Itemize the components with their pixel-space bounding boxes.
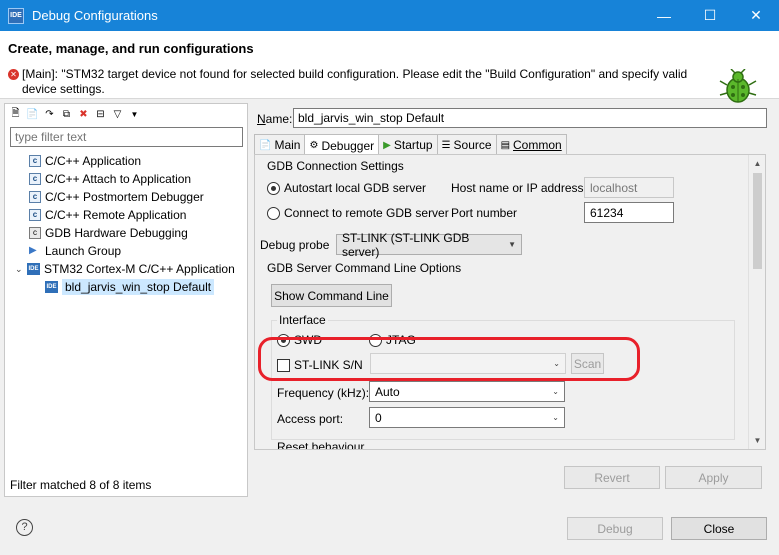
- show-command-line-button[interactable]: Show Command Line: [271, 284, 392, 307]
- tree-item-gdb-hardware[interactable]: c GDB Hardware Debugging: [5, 224, 247, 242]
- host-label: Host name or IP address: [451, 181, 584, 195]
- gdb-connection-title: GDB Connection Settings: [267, 159, 404, 173]
- c-attach-icon: c: [29, 173, 41, 185]
- app-icon: IDE: [8, 7, 24, 24]
- remote-radio[interactable]: Connect to remote GDB server: [267, 206, 449, 220]
- annotation-highlight: [258, 337, 640, 381]
- title-bar: IDE Debug Configurations — ☐ ✕: [0, 0, 779, 31]
- close-window-button[interactable]: ✕: [733, 0, 779, 31]
- delete-icon[interactable]: ✖: [77, 108, 90, 121]
- stm32-icon: IDE: [27, 263, 40, 275]
- chevron-down-icon: ⌄: [552, 387, 559, 396]
- tree-item-launch-group[interactable]: ▶ Launch Group: [5, 242, 247, 260]
- probe-label: Debug probe: [260, 238, 330, 252]
- new-config-icon[interactable]: 🗎: [9, 108, 22, 121]
- filter-icon[interactable]: ▽: [111, 108, 124, 121]
- tab-main[interactable]: 📄 Main: [254, 134, 306, 155]
- tree-item-c-postmortem[interactable]: c C/C++ Postmortem Debugger: [5, 188, 247, 206]
- dialog-header: Create, manage, and run configurations ✕…: [0, 31, 779, 103]
- main-tab-icon: 📄: [259, 139, 272, 151]
- c-app-icon: c: [29, 155, 41, 167]
- interface-title: Interface: [277, 313, 328, 327]
- config-tabs: 📄 Main ⚙ Debugger ▶ Startup ☰ Source ▤ C…: [254, 134, 567, 156]
- autostart-radio[interactable]: Autostart local GDB server: [267, 181, 426, 195]
- tab-source[interactable]: ☰ Source: [436, 134, 497, 155]
- ide-config-icon: IDE: [45, 281, 58, 293]
- new-prototype-icon[interactable]: 📄: [26, 108, 39, 121]
- scrollbar-thumb[interactable]: [753, 173, 762, 269]
- configuration-list-panel: 🗎 📄 ↷ ⧉ ✖ ⊟ ▽ ▼ c C/C++ Application c C/…: [4, 103, 248, 497]
- radio-unselected-icon: [267, 206, 280, 220]
- chevron-down-icon[interactable]: ⌄: [15, 264, 27, 275]
- chevron-down-icon: ⌄: [552, 413, 559, 422]
- probe-select[interactable]: ST-LINK (ST-LINK GDB server) ▼: [336, 231, 522, 259]
- debug-button[interactable]: Debug: [567, 517, 663, 540]
- c-postmortem-icon: c: [29, 191, 41, 203]
- reset-behaviour-title: Reset behaviour: [277, 440, 365, 450]
- common-tab-icon: ▤: [500, 139, 511, 151]
- window-title: Debug Configurations: [32, 8, 158, 23]
- startup-tab-icon: ▶: [383, 139, 391, 151]
- close-button[interactable]: Close: [671, 517, 767, 540]
- collapse-all-icon[interactable]: ⊟: [94, 108, 107, 121]
- tree-item-c-remote[interactable]: c C/C++ Remote Application: [5, 206, 247, 224]
- tree-item-c-application[interactable]: c C/C++ Application: [5, 152, 247, 170]
- tree-item-c-attach[interactable]: c C/C++ Attach to Application: [5, 170, 247, 188]
- revert-button[interactable]: Revert: [564, 466, 660, 489]
- tree-item-stm32[interactable]: ⌄ IDE STM32 Cortex-M C/C++ Application: [5, 260, 247, 278]
- name-input[interactable]: bld_jarvis_win_stop Default: [293, 108, 767, 128]
- port-input[interactable]: 61234: [584, 202, 674, 223]
- error-icon: ✕: [8, 69, 19, 80]
- apply-button[interactable]: Apply: [665, 466, 762, 489]
- maximize-button[interactable]: ☐: [687, 0, 733, 31]
- tab-common[interactable]: ▤ Common: [495, 134, 567, 155]
- bug-icon: [719, 69, 757, 103]
- frequency-label: Frequency (kHz):: [277, 386, 370, 400]
- minimize-button[interactable]: —: [641, 0, 687, 31]
- name-label: Name:: [257, 112, 293, 126]
- tab-debugger[interactable]: ⚙ Debugger: [304, 134, 380, 156]
- access-port-label: Access port:: [277, 412, 344, 426]
- frequency-select[interactable]: Auto ⌄: [369, 381, 565, 402]
- radio-selected-icon: [267, 181, 280, 195]
- access-port-select[interactable]: 0 ⌄: [369, 407, 565, 428]
- vertical-scrollbar[interactable]: ▲ ▼: [748, 155, 765, 449]
- error-message: [Main]: "STM32 target device not found f…: [22, 67, 688, 96]
- filter-status: Filter matched 8 of 8 items: [10, 478, 152, 492]
- debugger-tab-icon: ⚙: [309, 140, 319, 151]
- scroll-down-icon[interactable]: ▼: [749, 432, 765, 449]
- tab-startup[interactable]: ▶ Startup: [378, 134, 438, 155]
- filter-input[interactable]: [10, 127, 243, 147]
- help-icon[interactable]: ?: [16, 519, 33, 536]
- debugger-tab-panel: GDB Connection Settings Autostart local …: [254, 154, 766, 450]
- chevron-down-icon: ▼: [508, 240, 516, 249]
- configuration-tree: c C/C++ Application c C/C++ Attach to Ap…: [5, 152, 247, 296]
- tree-item-selected-config[interactable]: IDE bld_jarvis_win_stop Default: [5, 278, 247, 296]
- view-menu-icon[interactable]: ▼: [128, 108, 141, 121]
- gdb-hw-icon: c: [29, 227, 41, 239]
- launch-group-icon: ▶: [29, 245, 37, 256]
- port-label: Port number: [451, 206, 518, 220]
- scroll-up-icon[interactable]: ▲: [749, 155, 765, 172]
- duplicate-icon[interactable]: ⧉: [60, 108, 73, 121]
- c-remote-icon: c: [29, 209, 41, 221]
- dialog-title: Create, manage, and run configurations: [8, 41, 254, 56]
- export-icon[interactable]: ↷: [43, 108, 56, 121]
- source-tab-icon: ☰: [441, 139, 451, 151]
- left-toolbar: 🗎 📄 ↷ ⧉ ✖ ⊟ ▽ ▼: [5, 104, 247, 124]
- server-options-title: GDB Server Command Line Options: [267, 261, 462, 275]
- host-input[interactable]: localhost: [584, 177, 674, 198]
